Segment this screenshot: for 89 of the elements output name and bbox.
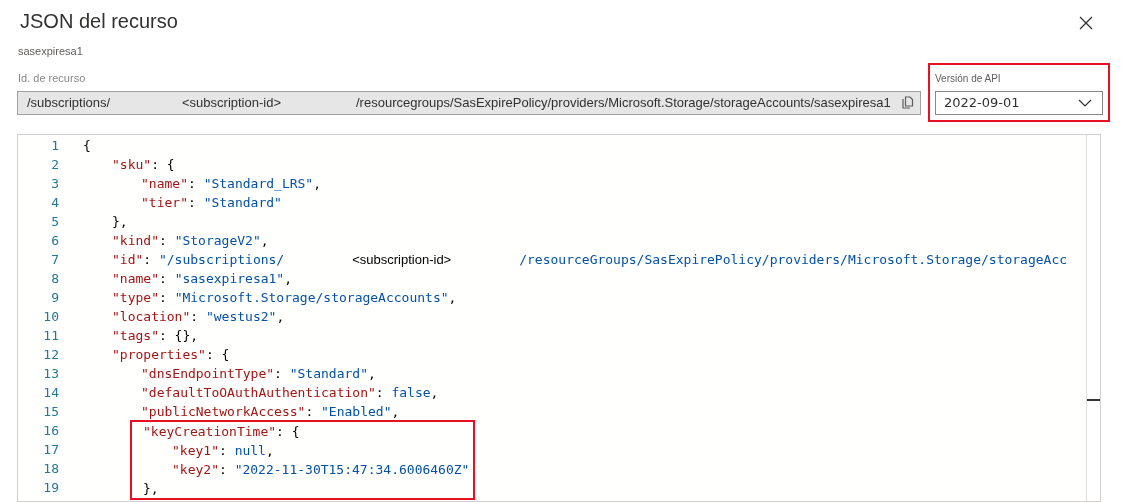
line-number: 3 bbox=[51, 174, 59, 193]
line-number: 10 bbox=[43, 307, 59, 326]
code-token: : bbox=[375, 384, 385, 400]
code-token: null bbox=[234, 442, 266, 458]
line-number: 14 bbox=[43, 383, 59, 402]
code-token: "key1" bbox=[172, 442, 219, 458]
code-token: "publicNetworkAccess" bbox=[141, 403, 306, 419]
line-number: 9 bbox=[51, 288, 59, 307]
code-token: "sasexpiresa1" bbox=[174, 270, 285, 286]
line-number: 17 bbox=[43, 440, 59, 459]
code-token: : bbox=[274, 365, 283, 381]
field-label: Id. de recurso bbox=[18, 71, 87, 86]
code-token: , bbox=[260, 232, 269, 248]
line-number: 18 bbox=[43, 459, 59, 478]
code-token: , bbox=[430, 384, 439, 400]
line-number: 6 bbox=[51, 231, 59, 250]
dialog-title: JSON del recurso bbox=[20, 9, 178, 34]
code-token: : bbox=[218, 442, 228, 458]
code-token: "tags" bbox=[112, 327, 159, 343]
chevron-down-icon bbox=[1078, 98, 1092, 107]
api-version-dropdown[interactable]: 2022-09-01 bbox=[935, 90, 1103, 115]
code-token: "westus2" bbox=[205, 308, 277, 324]
line-number: 11 bbox=[43, 326, 59, 345]
code-token: , bbox=[284, 270, 293, 286]
line-number: 1 bbox=[51, 136, 59, 155]
code-token: : { bbox=[205, 346, 230, 362]
code-token: "2022-11-30T15:47:34.6006460Z" bbox=[234, 461, 470, 477]
code-token: "Standard_LRS" bbox=[203, 175, 314, 191]
code-token: }, bbox=[112, 213, 128, 229]
line-number: 15 bbox=[43, 402, 59, 421]
code-token: , bbox=[448, 289, 457, 305]
code-token: /resourceGroups/SasExpirePolicy/providers/Microsoft.Storage/storageAcc bbox=[519, 251, 1068, 267]
code-token: "Enabled" bbox=[321, 403, 392, 419]
code-token: : { bbox=[151, 156, 175, 172]
code-token: : { bbox=[276, 423, 300, 439]
code-token: : bbox=[187, 194, 197, 210]
code-token: "type" bbox=[112, 289, 159, 305]
code-token: "StorageV2" bbox=[174, 232, 261, 248]
placeholder-text: <subscription-id> bbox=[352, 251, 452, 267]
copy-icon[interactable] bbox=[902, 96, 914, 109]
code-token: "name" bbox=[112, 270, 159, 286]
code-token: "kind" bbox=[112, 232, 159, 248]
code-token: , bbox=[391, 403, 400, 419]
code-token: : bbox=[305, 403, 315, 419]
code-token: "/subscriptions/ bbox=[158, 251, 285, 267]
code-token: "id" bbox=[112, 251, 144, 267]
code-token: : bbox=[218, 461, 228, 477]
code-token: "dnsEndpointType" bbox=[141, 365, 275, 381]
close-icon bbox=[1079, 16, 1093, 30]
line-number: 12 bbox=[43, 345, 59, 364]
code-token: , bbox=[265, 442, 274, 458]
code-token: : bbox=[190, 308, 200, 324]
line-number: 19 bbox=[43, 478, 59, 497]
code-token: }, bbox=[143, 480, 159, 496]
code-token: , bbox=[276, 308, 285, 324]
line-number: 4 bbox=[51, 193, 59, 212]
resource-id-field[interactable]: /subscriptions/ <subscription-id> /resourcegroups/SasExpirePolicy/providers/Microsoft.Storage/storageAccounts/sasexpiresa1 bbox=[17, 90, 921, 115]
code-token: "Standard" bbox=[203, 194, 282, 210]
field-label: Versión de API bbox=[935, 71, 1002, 86]
code-token: : bbox=[158, 289, 168, 305]
code-token: , bbox=[313, 175, 322, 191]
code-token: : bbox=[158, 270, 168, 286]
code-token: "Microsoft.Storage/storageAccounts" bbox=[174, 289, 449, 305]
line-number: 5 bbox=[51, 212, 59, 231]
code-token: { bbox=[83, 137, 91, 153]
code-token: : bbox=[187, 175, 197, 191]
code-token: : bbox=[143, 251, 153, 267]
code-token: "keyCreationTime" bbox=[143, 423, 277, 439]
code-token: : bbox=[158, 232, 168, 248]
code-token: "sku" bbox=[112, 156, 152, 172]
line-number: 8 bbox=[51, 269, 59, 288]
line-number: 16 bbox=[43, 421, 59, 440]
code-token: "key2" bbox=[172, 461, 219, 477]
code-token: "tier" bbox=[141, 194, 188, 210]
code-token: : {}, bbox=[158, 327, 199, 343]
code-token: false bbox=[391, 384, 431, 400]
code-editor[interactable] bbox=[17, 133, 1101, 502]
code-token: "defaultToOAuthAuthentication" bbox=[141, 384, 376, 400]
code-token: , bbox=[368, 365, 376, 381]
code-token: "name" bbox=[141, 175, 188, 191]
scrollbar[interactable] bbox=[1086, 134, 1100, 501]
code-token: "Standard" bbox=[289, 365, 368, 381]
line-number: 2 bbox=[51, 155, 59, 174]
code-token: "properties" bbox=[112, 346, 206, 362]
close-button[interactable] bbox=[1077, 14, 1095, 32]
line-number: 7 bbox=[51, 250, 59, 269]
line-number: 13 bbox=[43, 364, 59, 383]
resource-name: sasexpiresa1 bbox=[18, 44, 84, 59]
code-token: "location" bbox=[112, 308, 191, 324]
